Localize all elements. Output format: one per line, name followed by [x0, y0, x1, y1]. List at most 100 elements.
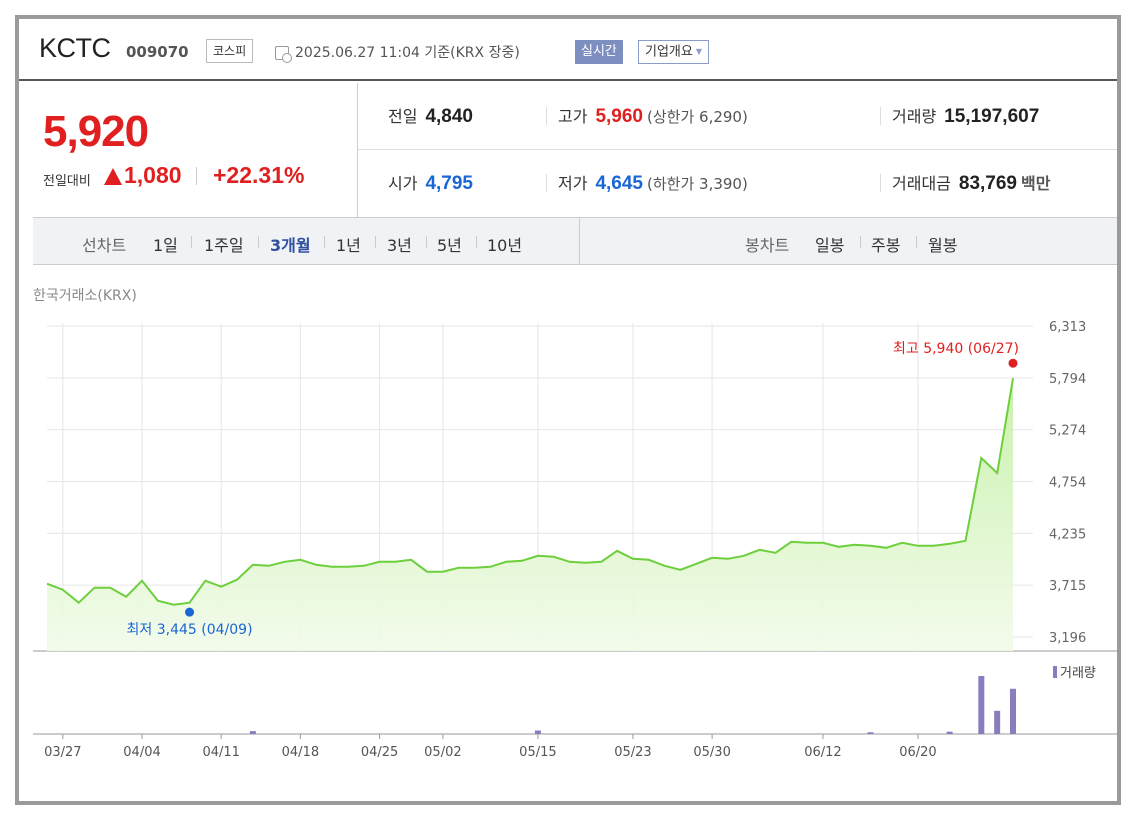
price-point — [884, 546, 888, 550]
price-point — [963, 539, 967, 543]
price-point — [916, 544, 920, 548]
tab-3y[interactable]: 3년 — [387, 232, 412, 256]
divider — [546, 174, 547, 192]
tab-5y[interactable]: 5년 — [437, 232, 462, 256]
price-point — [298, 558, 302, 562]
price-point — [235, 578, 239, 582]
price-point — [108, 586, 112, 590]
change-value: 1,080 — [124, 162, 182, 188]
price-point — [948, 542, 952, 546]
x-tick-label: 06/20 — [899, 745, 936, 760]
tab-monthly[interactable]: 월봉 — [928, 232, 957, 256]
y-tick-label: 4,754 — [1049, 476, 1086, 491]
x-tick-label: 05/30 — [693, 745, 730, 760]
price-point — [837, 545, 841, 549]
tab-10y[interactable]: 10년 — [487, 232, 522, 256]
price-point — [758, 548, 762, 552]
tab-1y[interactable]: 1년 — [336, 232, 361, 256]
volume-label: 거래량 — [892, 107, 937, 126]
volume-bar — [249, 731, 256, 734]
x-tick-label: 04/11 — [202, 745, 239, 760]
tab-daily[interactable]: 일봉 — [815, 232, 844, 256]
volume-bar — [867, 732, 874, 734]
price-point — [124, 595, 128, 599]
price-point — [283, 560, 287, 564]
low-marker — [185, 607, 195, 617]
price-point — [188, 601, 192, 605]
divider — [476, 236, 477, 248]
price-point — [346, 565, 350, 569]
price-point — [710, 556, 714, 560]
chevron-down-icon: ▼ — [695, 47, 702, 56]
volume-bar — [978, 676, 985, 734]
price-point — [203, 579, 207, 583]
quote-widget: KCTC 009070 코스피 2025.06.27 11:04 기준(KRX … — [15, 15, 1121, 805]
realtime-button[interactable]: 실시간 — [575, 40, 623, 64]
price-point — [631, 557, 635, 561]
volume-bar — [946, 731, 953, 734]
volume-cell: 거래량 15,197,607 — [892, 103, 1039, 128]
divider — [258, 236, 259, 248]
company-overview-dropdown[interactable]: 기업개요 ▼ — [638, 40, 709, 64]
price-point — [678, 568, 682, 572]
x-tick-label: 04/25 — [361, 745, 398, 760]
x-tick-label: 04/18 — [282, 745, 319, 760]
volume-legend-swatch — [1053, 666, 1057, 678]
volume-bar — [534, 730, 541, 734]
x-tick-label: 05/02 — [424, 745, 461, 760]
x-tick-label: 05/23 — [614, 745, 651, 760]
price-point — [789, 540, 793, 544]
price-point — [821, 541, 825, 545]
price-point — [172, 603, 176, 607]
y-tick-label: 4,235 — [1049, 527, 1086, 542]
price-point — [425, 570, 429, 574]
price-point — [219, 585, 223, 589]
tab-1d[interactable]: 1일 — [153, 232, 178, 256]
price-point — [583, 561, 587, 565]
price-point — [647, 558, 651, 562]
high-cell: 고가 5,960 (상한가 6,290) — [558, 103, 748, 128]
x-tick-label: 05/15 — [519, 745, 556, 760]
amount-cell: 거래대금 83,769 백만 — [892, 170, 1050, 195]
volume-bar — [1010, 688, 1016, 734]
stock-header: KCTC 009070 코스피 2025.06.27 11:04 기준(KRX … — [19, 19, 1117, 81]
price-point — [536, 554, 540, 558]
company-overview-label: 기업개요 — [645, 44, 693, 60]
chart-source: 한국거래소(KRX) — [33, 288, 137, 304]
price-point — [93, 586, 97, 590]
quote-row: 전일 4,840 고가 5,960 (상한가 6,290) 거래량 15,197,607 — [358, 83, 1117, 150]
y-tick-label: 3,715 — [1049, 579, 1086, 594]
price-point — [805, 541, 809, 545]
price-point — [251, 563, 255, 567]
divider — [546, 107, 547, 125]
quote-details: 전일 4,840 고가 5,960 (상한가 6,290) 거래량 15,197,607… — [358, 83, 1117, 217]
price-point — [568, 560, 572, 564]
low-value: 4,645 — [595, 173, 643, 194]
stock-name: KCTC — [39, 33, 111, 63]
price-point — [868, 544, 872, 548]
x-tick-label: 04/04 — [123, 745, 160, 760]
tab-1w[interactable]: 1주일 — [204, 232, 244, 256]
price-point — [473, 566, 477, 570]
price-point — [267, 564, 271, 568]
low-label: 저가 — [558, 174, 588, 193]
price-point — [504, 560, 508, 564]
x-tick-label: 03/27 — [44, 745, 81, 760]
tab-weekly[interactable]: 주봉 — [871, 232, 900, 256]
price-point — [457, 566, 461, 570]
y-tick-label: 6,313 — [1049, 320, 1086, 335]
price-point — [488, 565, 492, 569]
volume-legend-label: 거래량 — [1060, 666, 1096, 681]
price-chart[interactable]: 6,313 5,794 5,274 4,754 4,235 3,715 3,196 03/2… — [33, 303, 1117, 763]
lower-limit: (하한가 3,390) — [647, 175, 748, 193]
price-point — [45, 582, 49, 586]
tab-3m[interactable]: 3개월 — [270, 232, 311, 256]
price-point — [140, 579, 144, 583]
price-point — [726, 557, 730, 561]
prev-close-value: 4,840 — [425, 106, 473, 127]
high-value: 5,960 — [595, 106, 643, 127]
price-point — [773, 551, 777, 555]
chart-grid — [33, 323, 1117, 735]
divider — [324, 236, 325, 248]
change-label: 전일대비 — [43, 174, 91, 189]
